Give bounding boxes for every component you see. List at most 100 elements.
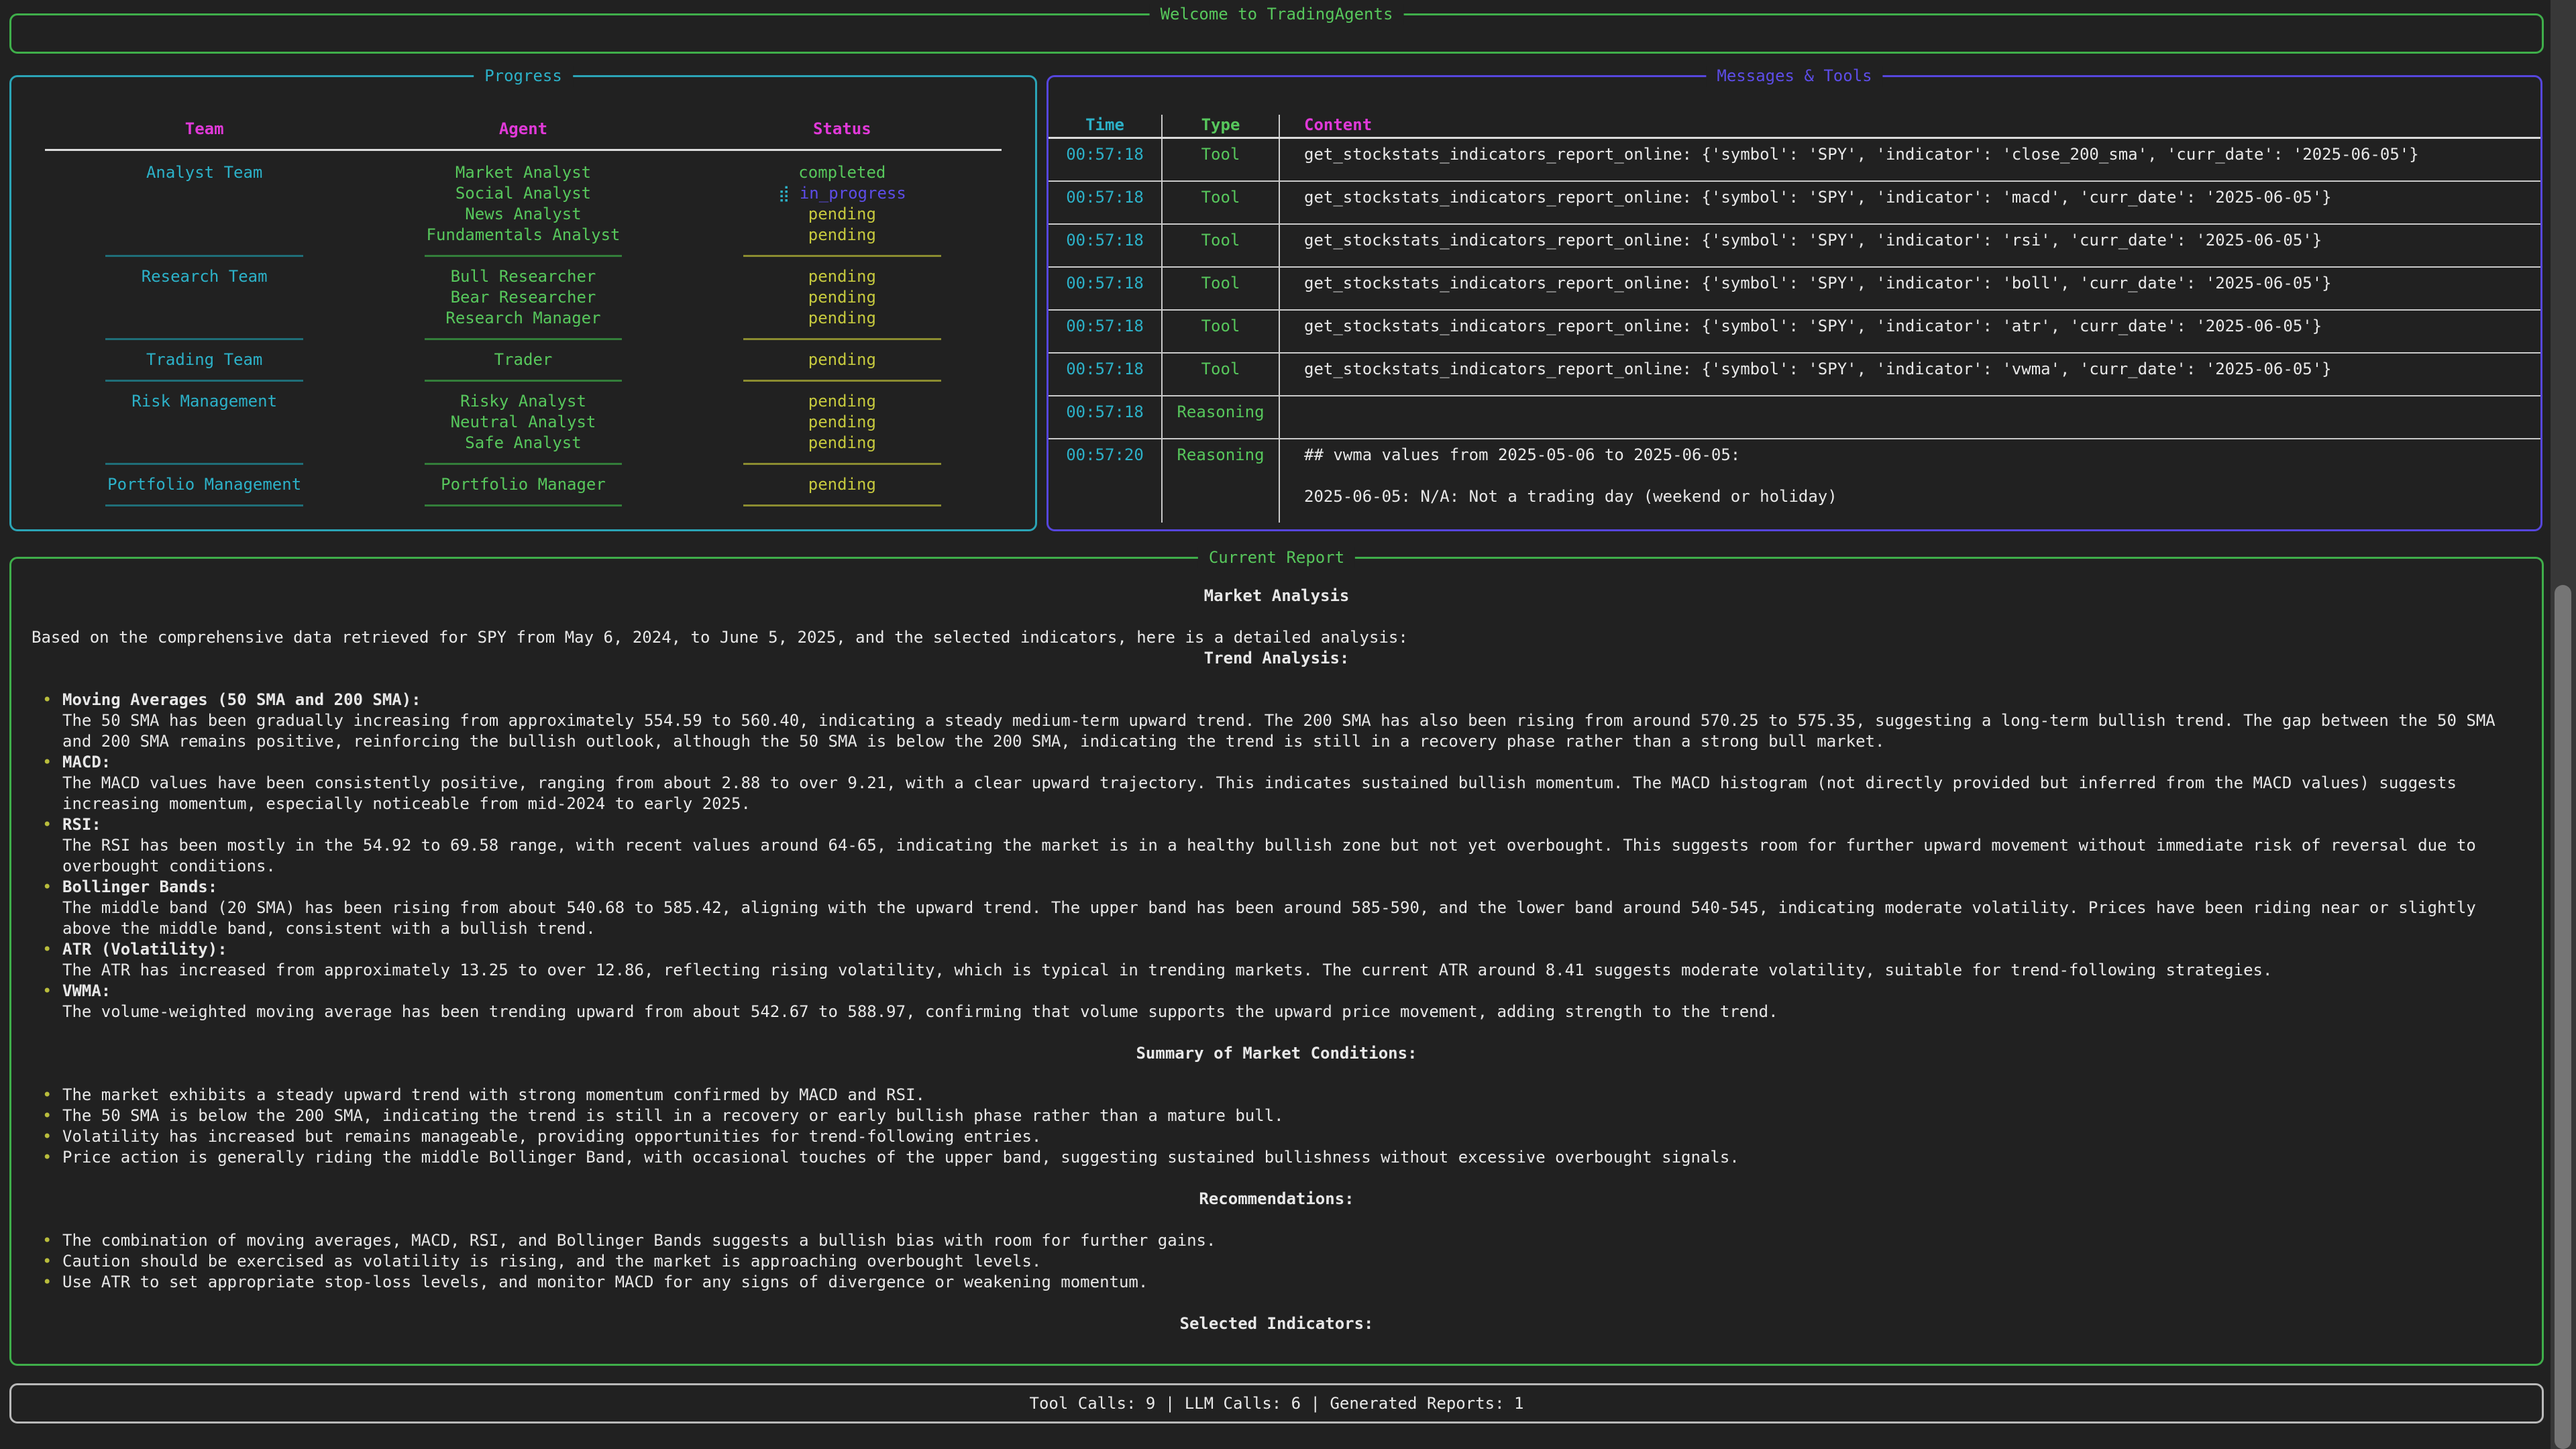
report-bullet-item: Moving Averages (50 SMA and 200 SMA):The…	[32, 690, 2522, 752]
message-time: 00:57:18	[1049, 268, 1163, 309]
bullet-text: Volatility has increased but remains man…	[62, 1127, 1041, 1146]
bullet-term: ATR (Volatility):	[62, 939, 2522, 960]
status-label: in_progress	[800, 184, 906, 203]
spinner-icon: ⣾	[778, 184, 800, 203]
message-type: Tool	[1163, 139, 1280, 180]
report-bullet-item: RSI:The RSI has been mostly in the 54.92…	[32, 814, 2522, 877]
report-bullet-list: The market exhibits a steady upward tren…	[32, 1085, 2522, 1168]
progress-column-header: Team	[45, 119, 364, 140]
message-row: 00:57:18Toolget_stockstats_indicators_re…	[1049, 182, 2540, 225]
message-type: Tool	[1163, 225, 1280, 266]
bullet-term: RSI:	[62, 814, 2522, 835]
message-content-line	[1304, 402, 2527, 423]
messages-panel-title: Messages & Tools	[1706, 66, 1882, 87]
message-content: ## vwma values from 2025-05-06 to 2025-0…	[1280, 439, 2540, 523]
report-section-heading: Recommendations:	[32, 1189, 2522, 1210]
message-content: get_stockstats_indicators_report_online:…	[1280, 182, 2540, 223]
agent-name: Market Analyst	[364, 162, 682, 183]
message-content: get_stockstats_indicators_report_online:…	[1280, 225, 2540, 266]
messages-column-header-content: Content	[1280, 115, 2540, 137]
message-content-line: get_stockstats_indicators_report_online:…	[1304, 144, 2527, 165]
agent-status: pending	[683, 225, 1002, 246]
progress-row: News Analystpending	[45, 204, 1002, 225]
progress-row: Social Analyst⣾ in_progress	[45, 183, 1002, 204]
team-name	[45, 225, 364, 246]
bullet-text: The ATR has increased from approximately…	[62, 961, 2272, 979]
report-bullet-item: Volatility has increased but remains man…	[32, 1126, 2522, 1147]
agent-status: pending	[683, 350, 1002, 370]
message-content: get_stockstats_indicators_report_online:…	[1280, 311, 2540, 352]
report-intro: Based on the comprehensive data retrieve…	[32, 627, 2522, 648]
agent-name: News Analyst	[364, 204, 682, 225]
team-name: Portfolio Management	[45, 474, 364, 495]
progress-group-separator	[45, 329, 1002, 350]
separator-line	[743, 463, 941, 465]
status-label: pending	[808, 288, 876, 307]
app-title: Welcome to TradingAgents	[1150, 4, 1404, 25]
report-bullet-item: The combination of moving averages, MACD…	[32, 1230, 2522, 1251]
bullet-text: The middle band (20 SMA) has been rising…	[62, 898, 2476, 938]
progress-row: Bear Researcherpending	[45, 287, 1002, 308]
scrollbar-thumb[interactable]	[2555, 585, 2571, 1449]
bullet-text: The volume-weighted moving average has b…	[62, 1002, 1778, 1021]
separator-line	[743, 504, 941, 506]
report-panel-title: Current Report	[1198, 547, 1355, 568]
team-name	[45, 183, 364, 204]
agent-status: pending	[683, 287, 1002, 308]
separator-line	[425, 504, 623, 506]
bullet-text: The MACD values have been consistently p…	[62, 773, 2457, 813]
separator-line	[425, 255, 623, 257]
report-bullet-item: MACD:The MACD values have been consisten…	[32, 752, 2522, 814]
message-type: Reasoning	[1163, 396, 1280, 438]
message-content-line: get_stockstats_indicators_report_online:…	[1304, 316, 2527, 337]
message-time: 00:57:18	[1049, 225, 1163, 266]
separator-line	[105, 380, 303, 382]
scrollbar-track[interactable]	[2551, 0, 2576, 1449]
report-section-heading: Trend Analysis:	[32, 648, 2522, 669]
progress-row: Safe Analystpending	[45, 433, 1002, 453]
message-content-line: get_stockstats_indicators_report_online:…	[1304, 273, 2527, 294]
progress-panel-title: Progress	[474, 66, 573, 87]
message-row: 00:57:18Toolget_stockstats_indicators_re…	[1049, 268, 2540, 311]
message-type: Tool	[1163, 354, 1280, 395]
status-label: pending	[808, 350, 876, 369]
progress-column-header: Agent	[364, 119, 682, 140]
separator-line	[425, 463, 623, 465]
separator-line	[105, 338, 303, 340]
report-bullet-list: Moving Averages (50 SMA and 200 SMA):The…	[32, 690, 2522, 1022]
message-time: 00:57:18	[1049, 396, 1163, 438]
message-content-line: 2025-06-05: N/A: Not a trading day (week…	[1304, 486, 2527, 507]
bullet-term: Bollinger Bands:	[62, 877, 2522, 898]
agent-name: Neutral Analyst	[364, 412, 682, 433]
agent-status: ⣾ in_progress	[683, 183, 1002, 204]
status-label: pending	[808, 413, 876, 431]
report-bullet-item: Price action is generally riding the mid…	[32, 1147, 2522, 1168]
agent-status: pending	[683, 433, 1002, 453]
bullet-text: The RSI has been mostly in the 54.92 to …	[62, 836, 2476, 875]
progress-panel: Progress TeamAgentStatusAnalyst TeamMark…	[9, 75, 1037, 531]
report-content: Market Analysis Based on the comprehensi…	[11, 559, 2542, 1334]
messages-table: TimeTypeContent00:57:18Toolget_stockstat…	[1049, 77, 2540, 523]
team-name	[45, 287, 364, 308]
bullet-text: The market exhibits a steady upward tren…	[62, 1085, 925, 1104]
status-label: pending	[808, 225, 876, 244]
message-time: 00:57:18	[1049, 311, 1163, 352]
report-bullet-item: ATR (Volatility):The ATR has increased f…	[32, 939, 2522, 981]
stats-text: Tool Calls: 9 | LLM Calls: 6 | Generated…	[11, 1385, 2542, 1421]
bullet-term: VWMA:	[62, 981, 2522, 1002]
separator-line	[105, 504, 303, 506]
status-label: completed	[798, 163, 885, 182]
progress-row: Fundamentals Analyst pending	[45, 225, 1002, 246]
message-content-line: get_stockstats_indicators_report_online:…	[1304, 187, 2527, 208]
report-section-heading: Summary of Market Conditions:	[32, 1043, 2522, 1064]
team-name	[45, 412, 364, 433]
status-label: pending	[808, 392, 876, 411]
team-name: Trading Team	[45, 350, 364, 370]
agent-name: Fundamentals Analyst	[364, 225, 682, 246]
separator-line	[743, 255, 941, 257]
status-label: pending	[808, 433, 876, 452]
agent-status: pending	[683, 308, 1002, 329]
agent-status: completed	[683, 162, 1002, 183]
message-content: get_stockstats_indicators_report_online:…	[1280, 268, 2540, 309]
progress-row: Neutral Analyst pending	[45, 412, 1002, 433]
